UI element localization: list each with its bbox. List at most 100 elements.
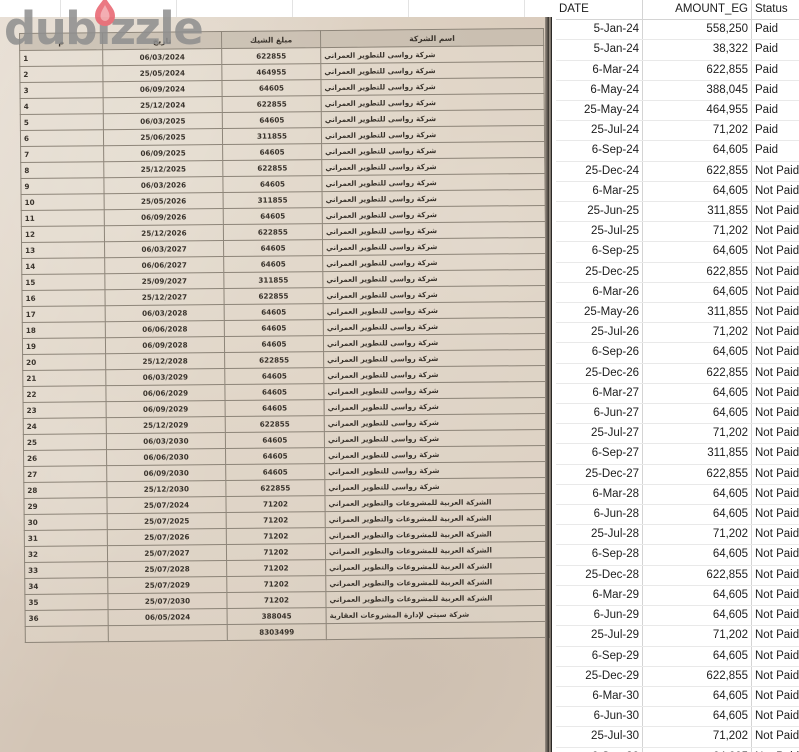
- cell-status[interactable]: Not Paid: [751, 544, 799, 566]
- cell-date[interactable]: 25-Dec-29: [556, 666, 643, 687]
- cell-status[interactable]: Not Paid: [751, 201, 799, 223]
- cell-amount[interactable]: 64,605: [642, 504, 752, 526]
- cell-date[interactable]: 25-May-24: [556, 100, 643, 122]
- cell-status[interactable]: Paid: [751, 39, 799, 61]
- cell-amount[interactable]: 64,605: [642, 747, 752, 752]
- cell-date[interactable]: 6-Jun-29: [556, 605, 643, 627]
- cell-amount[interactable]: 64,605: [642, 241, 752, 263]
- cell-date[interactable]: 5-Jan-24: [556, 19, 643, 41]
- cell-amount[interactable]: 64,605: [642, 706, 752, 728]
- cell-amount[interactable]: 64,605: [642, 605, 752, 627]
- cell-status[interactable]: Not Paid: [751, 585, 799, 607]
- cell-status[interactable]: Not Paid: [751, 241, 799, 263]
- cell-status[interactable]: Not Paid: [751, 443, 799, 465]
- spreadsheet-header-date[interactable]: DATE: [556, 0, 643, 21]
- cell-amount[interactable]: 622,855: [642, 464, 752, 485]
- cell-amount[interactable]: 622,855: [642, 565, 752, 586]
- cell-status[interactable]: Paid: [751, 120, 799, 142]
- cell-amount[interactable]: 71,202: [642, 625, 752, 647]
- cell-date[interactable]: 6-Sep-24: [556, 140, 643, 162]
- cell-amount[interactable]: 388,045: [642, 80, 752, 102]
- cell-status[interactable]: Paid: [751, 140, 799, 162]
- cell-status[interactable]: Not Paid: [751, 747, 799, 752]
- cell-status[interactable]: Not Paid: [751, 646, 799, 667]
- cell-amount[interactable]: 622,855: [642, 60, 752, 81]
- cell-amount[interactable]: 64,605: [642, 403, 752, 425]
- cell-amount[interactable]: 64,605: [642, 383, 752, 405]
- cell-amount[interactable]: 64,605: [642, 484, 752, 506]
- cell-status[interactable]: Not Paid: [751, 625, 799, 647]
- cell-date[interactable]: 25-Jul-24: [556, 120, 643, 142]
- cell-date[interactable]: 6-Sep-25: [556, 241, 643, 263]
- cell-date[interactable]: 6-Sep-28: [556, 544, 643, 566]
- cell-status[interactable]: Not Paid: [751, 403, 799, 425]
- cell-date[interactable]: 25-Jul-30: [556, 726, 643, 748]
- cell-amount[interactable]: 71,202: [642, 423, 752, 445]
- cell-status[interactable]: Not Paid: [751, 262, 799, 283]
- cell-amount[interactable]: 64,605: [642, 646, 752, 667]
- cell-status[interactable]: Not Paid: [751, 726, 799, 748]
- cell-amount[interactable]: 622,855: [642, 161, 752, 182]
- cell-amount[interactable]: 64,605: [642, 181, 752, 203]
- cell-date[interactable]: 25-Dec-24: [556, 161, 643, 182]
- cell-amount[interactable]: 64,605: [642, 140, 752, 162]
- cell-status[interactable]: Not Paid: [751, 423, 799, 445]
- cell-date[interactable]: 25-Jul-25: [556, 221, 643, 243]
- cell-date[interactable]: 25-Dec-25: [556, 262, 643, 283]
- cell-amount[interactable]: 64,605: [642, 282, 752, 304]
- cell-amount[interactable]: 558,250: [642, 19, 752, 41]
- cell-status[interactable]: Paid: [751, 100, 799, 122]
- cell-date[interactable]: 25-Jul-27: [556, 423, 643, 445]
- cell-date[interactable]: 6-Sep-27: [556, 443, 643, 465]
- cell-status[interactable]: Not Paid: [751, 181, 799, 203]
- cell-status[interactable]: Not Paid: [751, 484, 799, 506]
- cell-amount[interactable]: 64,605: [642, 544, 752, 566]
- cell-status[interactable]: Not Paid: [751, 282, 799, 304]
- cell-status[interactable]: Paid: [751, 80, 799, 102]
- cell-date[interactable]: 6-Mar-26: [556, 282, 643, 304]
- cell-date[interactable]: 25-Jul-26: [556, 322, 643, 344]
- spreadsheet-pane[interactable]: DATE AMOUNT_EG Status 5-Jan-24 558,250 Pai…: [556, 0, 799, 752]
- cell-amount[interactable]: 311,855: [642, 201, 752, 223]
- cell-status[interactable]: Paid: [751, 19, 799, 41]
- cell-date[interactable]: 25-Jul-29: [556, 625, 643, 647]
- cell-date[interactable]: 6-Mar-30: [556, 686, 643, 708]
- cell-amount[interactable]: 622,855: [642, 262, 752, 283]
- cell-status[interactable]: Not Paid: [751, 342, 799, 364]
- cell-amount[interactable]: 71,202: [642, 524, 752, 546]
- cell-status[interactable]: Not Paid: [751, 686, 799, 708]
- cell-amount[interactable]: 38,322: [642, 39, 752, 61]
- cell-status[interactable]: Not Paid: [751, 302, 799, 324]
- cell-date[interactable]: 25-Dec-27: [556, 464, 643, 485]
- cell-date[interactable]: 6-Jun-28: [556, 504, 643, 526]
- cell-amount[interactable]: 71,202: [642, 726, 752, 748]
- cell-date[interactable]: 6-Mar-28: [556, 484, 643, 506]
- cell-date[interactable]: 6-Sep-29: [556, 646, 643, 667]
- cell-amount[interactable]: 71,202: [642, 221, 752, 243]
- cell-status[interactable]: Not Paid: [751, 666, 799, 687]
- cell-status[interactable]: Not Paid: [751, 221, 799, 243]
- cell-status[interactable]: Not Paid: [751, 464, 799, 485]
- cell-date[interactable]: 25-Jun-25: [556, 201, 643, 223]
- cell-status[interactable]: Not Paid: [751, 504, 799, 526]
- cell-amount[interactable]: 311,855: [642, 302, 752, 324]
- cell-date[interactable]: 6-Sep-26: [556, 342, 643, 364]
- cell-status[interactable]: Not Paid: [751, 706, 799, 728]
- cell-amount[interactable]: 64,605: [642, 342, 752, 364]
- cell-date[interactable]: 6-Mar-29: [556, 585, 643, 607]
- cell-amount[interactable]: 622,855: [642, 666, 752, 687]
- cell-status[interactable]: Not Paid: [751, 161, 799, 182]
- cell-date[interactable]: 25-Dec-28: [556, 565, 643, 586]
- cell-date[interactable]: 6-Mar-27: [556, 383, 643, 405]
- cell-status[interactable]: Not Paid: [751, 322, 799, 344]
- cell-amount[interactable]: 71,202: [642, 120, 752, 142]
- cell-date[interactable]: 6-May-24: [556, 80, 643, 102]
- spreadsheet-header-status[interactable]: Status: [751, 0, 799, 21]
- cell-amount[interactable]: 64,605: [642, 585, 752, 607]
- cell-date[interactable]: 5-Jan-24: [556, 39, 643, 61]
- cell-date[interactable]: 6-Jun-27: [556, 403, 643, 425]
- cell-date[interactable]: 6-Mar-24: [556, 60, 643, 81]
- cell-status[interactable]: Paid: [751, 60, 799, 81]
- cell-date[interactable]: 6-Jun-30: [556, 706, 643, 728]
- cell-date[interactable]: 25-May-26: [556, 302, 643, 324]
